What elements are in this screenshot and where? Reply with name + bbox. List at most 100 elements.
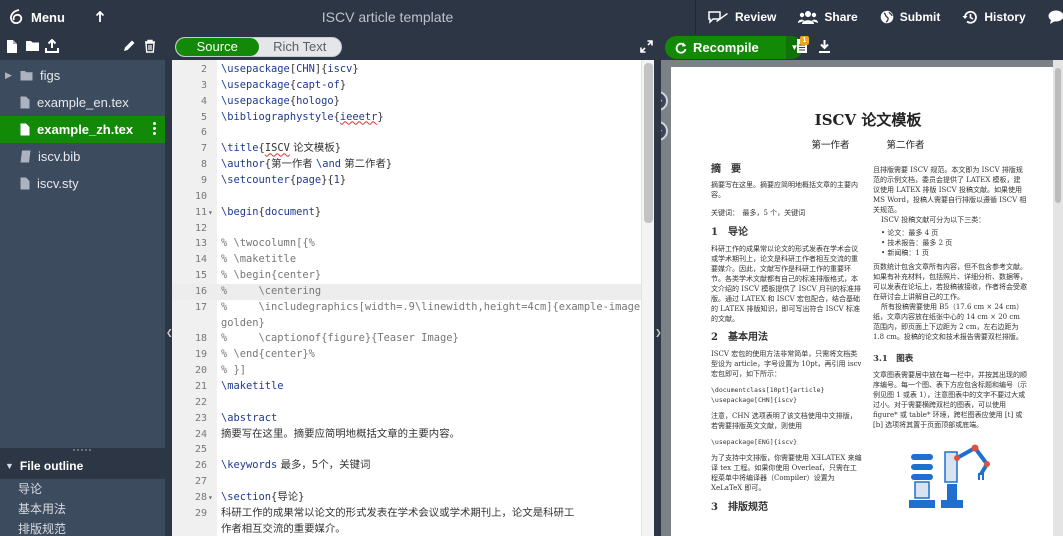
code-text: \bibliographystyle{ieeetr} bbox=[221, 110, 384, 123]
code-line[interactable]: 17 % \includegraphics[width=.9\linewidth,… bbox=[172, 300, 641, 316]
code-editor[interactable]: 2 \usepackage[CHN]{iscv} 3 \usepackage{capt… bbox=[172, 60, 641, 536]
section-text: 注意，CHN 选项表明了该文档使用中文排版，若需要排版英文文献，则使用 bbox=[711, 412, 857, 430]
file-outline-header[interactable]: ▼ File outline bbox=[0, 453, 165, 479]
history-label: History bbox=[984, 10, 1026, 24]
review-button[interactable]: Review bbox=[696, 0, 787, 34]
line-number: 23 bbox=[194, 412, 207, 424]
rename-pencil-icon[interactable] bbox=[123, 39, 136, 57]
code-line[interactable]: 22 bbox=[172, 395, 641, 411]
code-line[interactable]: 20 % }] bbox=[172, 363, 641, 379]
line-number: 29 bbox=[194, 507, 207, 519]
code-line[interactable]: 8 \author{第一作者 \and 第二作者} bbox=[172, 157, 641, 173]
expand-arrows-icon[interactable] bbox=[640, 40, 653, 58]
line-number: 6 bbox=[200, 127, 207, 139]
code-line[interactable]: 26 \keywords 最多，5个，关键词 bbox=[172, 458, 641, 474]
code-text: golden} bbox=[221, 316, 265, 329]
overleaf-logo-icon bbox=[8, 9, 24, 25]
scrollbar-thumb[interactable] bbox=[644, 63, 653, 223]
sync-to-code-button[interactable]: ➜ bbox=[661, 121, 668, 141]
download-icon[interactable] bbox=[818, 39, 831, 58]
rich-text-mode-button[interactable]: Rich Text bbox=[259, 38, 342, 56]
code-text: \title{ISCV 论文模板} bbox=[221, 142, 341, 155]
folder-icon bbox=[20, 70, 33, 81]
pdf-scrollbar[interactable] bbox=[1053, 60, 1063, 536]
code-line[interactable]: 13 % \twocolumn[{% bbox=[172, 236, 641, 252]
project-title[interactable]: ISCV article template bbox=[230, 0, 545, 34]
code-line[interactable]: 16 % \centering bbox=[172, 283, 641, 300]
pdf-viewer[interactable]: ISCV 论文模板 第一作者 第二作者 摘 要 摘要写在这里。摘要应简明地概括文… bbox=[661, 60, 1063, 536]
code-line[interactable]: 作者相互交流的重要媒介。 bbox=[172, 522, 641, 536]
file-menu-kebab-icon[interactable] bbox=[153, 122, 156, 135]
code-line[interactable]: 11 ▾ \begin{document} bbox=[172, 205, 641, 221]
line-number: 15 bbox=[194, 270, 207, 282]
share-button[interactable]: Share bbox=[787, 0, 868, 34]
editor-scrollbar[interactable] bbox=[641, 60, 654, 536]
arrow-right-icon: ➜ bbox=[661, 95, 663, 107]
code-line[interactable]: 24 摘要写在这里。摘要应简明地概括文章的主要内容。 bbox=[172, 427, 641, 443]
author-name: 第二作者 bbox=[886, 140, 925, 151]
review-icon bbox=[707, 10, 729, 24]
code-line[interactable]: 3 \usepackage{capt-of} bbox=[172, 78, 641, 94]
upload-icon[interactable] bbox=[45, 38, 59, 58]
code-line[interactable]: 9 \setcounter{page}{1} bbox=[172, 173, 641, 189]
line-number: 16 bbox=[194, 285, 207, 297]
editor-toolbar: Source Rich Text bbox=[172, 34, 661, 60]
code-line[interactable]: 21 \maketitle bbox=[172, 379, 641, 395]
code-line[interactable]: 12 bbox=[172, 221, 641, 237]
line-number: 18 bbox=[194, 333, 207, 345]
review-label: Review bbox=[735, 10, 777, 24]
outline-item[interactable]: 导论 bbox=[0, 479, 165, 499]
code-line[interactable]: 14 % \maketitle bbox=[172, 252, 641, 268]
code-line[interactable]: 5 \bibliographystyle{ieeetr} bbox=[172, 110, 641, 126]
code-line[interactable]: 15 % \begin{center} bbox=[172, 268, 641, 284]
source-mode-button[interactable]: Source bbox=[176, 38, 259, 56]
outline-item[interactable]: 基本用法 bbox=[0, 499, 165, 519]
code-line[interactable]: 4 \usepackage{hologo} bbox=[172, 94, 641, 110]
code-line[interactable]: 10 bbox=[172, 189, 641, 205]
code-line[interactable]: 25 bbox=[172, 442, 641, 458]
editor-mode-toggle: Source Rich Text bbox=[175, 37, 342, 57]
new-folder-icon[interactable] bbox=[25, 39, 40, 57]
history-button[interactable]: History bbox=[951, 0, 1036, 34]
code-line[interactable]: 19 % \end{center}% bbox=[172, 347, 641, 363]
menu-button[interactable]: Menu bbox=[0, 0, 73, 34]
line-number: 5 bbox=[200, 111, 207, 123]
fold-toggle-icon[interactable]: ▾ bbox=[208, 205, 213, 221]
code-line[interactable]: 27 bbox=[172, 474, 641, 490]
code-text: % \centering bbox=[221, 284, 322, 297]
code-text: % \maketitle bbox=[221, 253, 297, 266]
pdf-toolbar: Recompile ▼ 1 bbox=[661, 34, 1063, 60]
code-line[interactable]: 7 \title{ISCV 论文模板} bbox=[172, 141, 641, 157]
recompile-button[interactable]: Recompile bbox=[665, 36, 786, 59]
sync-to-pdf-button[interactable]: ➜ bbox=[661, 91, 668, 111]
right-split-handle[interactable]: ❯ bbox=[654, 34, 662, 536]
arrow-up-icon bbox=[95, 11, 105, 23]
file-icon bbox=[20, 96, 30, 109]
code-line[interactable]: 29 科研工作的成果常以论文的形式发表在学术会议或学术期刊上，论文是科研工 bbox=[172, 506, 641, 522]
code-line[interactable]: golden} bbox=[172, 316, 641, 332]
scrollbar-thumb[interactable] bbox=[1055, 68, 1061, 203]
file-item-example-en[interactable]: example_en.tex bbox=[0, 89, 165, 116]
code-line[interactable]: 23 \abstract bbox=[172, 411, 641, 427]
chevron-right-icon[interactable]: ▶ bbox=[5, 70, 15, 81]
code-line[interactable]: 18 % \captionof{figure}{Teaser Image} bbox=[172, 331, 641, 347]
fold-toggle-icon[interactable]: ▾ bbox=[208, 490, 213, 506]
file-item-example-zh[interactable]: example_zh.tex bbox=[0, 116, 165, 143]
section-heading: 1 导论 bbox=[711, 227, 748, 238]
code-line[interactable]: 28 ▾ \section{导论} bbox=[172, 490, 641, 506]
code-snippet: \usepackage[CHN]{iscv} bbox=[711, 396, 798, 404]
line-number: 25 bbox=[194, 444, 207, 456]
code-line[interactable]: 2 \usepackage[CHN]{iscv} bbox=[172, 62, 641, 78]
code-line[interactable]: 6 bbox=[172, 125, 641, 141]
back-to-projects-button[interactable] bbox=[85, 0, 115, 34]
file-item-figs[interactable]: ▶ figs bbox=[0, 62, 165, 89]
file-item-iscv-bib[interactable]: iscv.bib bbox=[0, 143, 165, 170]
submit-button[interactable]: Submit bbox=[869, 0, 952, 34]
left-split-handle[interactable]: ❮ bbox=[165, 34, 173, 536]
outline-item[interactable]: 排版规范 bbox=[0, 519, 165, 536]
delete-trash-icon[interactable] bbox=[144, 39, 156, 58]
file-item-iscv-sty[interactable]: iscv.sty bbox=[0, 170, 165, 197]
new-file-icon[interactable] bbox=[6, 39, 18, 59]
recompile-label: Recompile bbox=[693, 40, 759, 55]
chat-button[interactable]: Ch bbox=[1037, 0, 1063, 34]
